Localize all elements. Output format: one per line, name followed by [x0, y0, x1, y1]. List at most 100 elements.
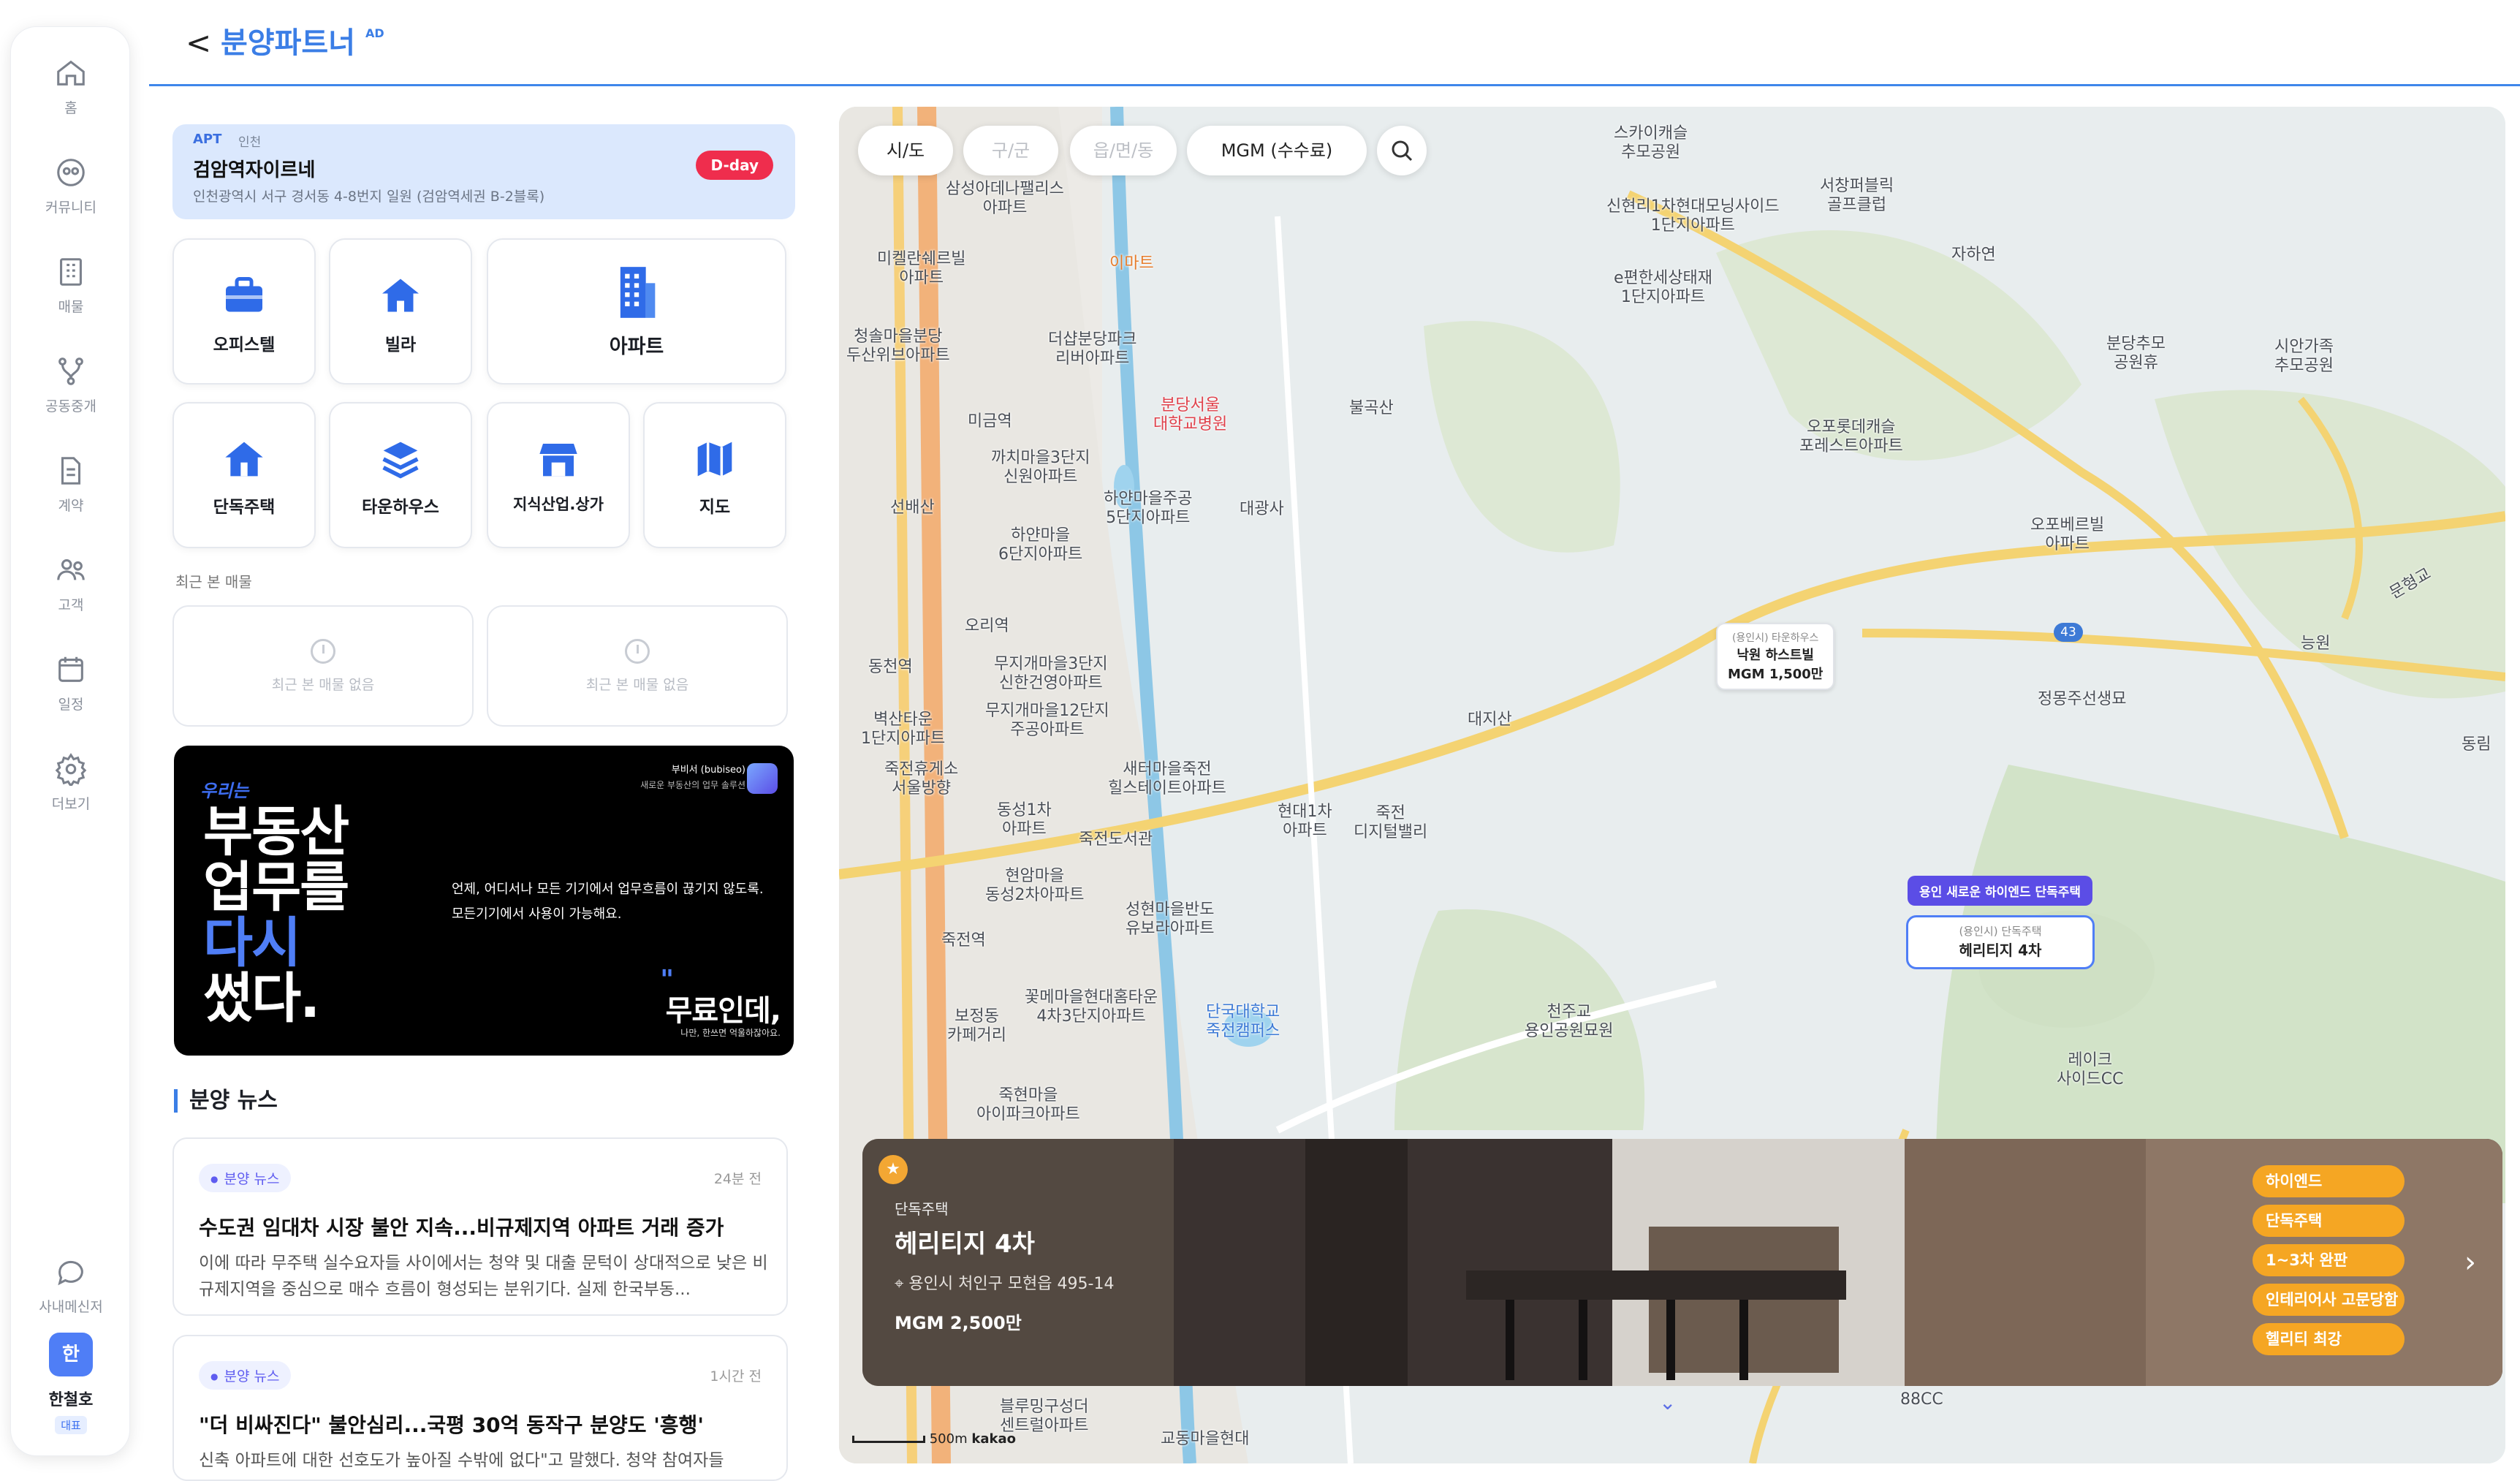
map-label: 무지개마을12단지 주공아파트 [985, 702, 1109, 739]
layers-icon [382, 442, 419, 479]
banner-free-subtext: 나만, 한쓰면 억울하잖아요. [680, 1028, 781, 1038]
nav-item-customers[interactable]: 고객 [11, 553, 131, 614]
listing-location: ⌖ 용인시 처인구 모현읍 495-14 [895, 1275, 1115, 1293]
news-item[interactable]: 분양 뉴스 24분 전 수도권 임대차 시장 불안 지속...비규제지역 아파트… [172, 1137, 788, 1316]
map-label: 오포롯데캐슬 포레스트아파트 [1799, 418, 1903, 455]
filter-eupmyeondong[interactable]: 읍/면/동 [1070, 126, 1177, 175]
map-label: 죽전휴게소 서울방향 [884, 760, 959, 798]
filter-gugun[interactable]: 구/군 [963, 126, 1058, 175]
recent-listing-empty-card: 최근 본 매물 없음 [172, 605, 474, 727]
nav-item-community[interactable]: 커뮤니티 [11, 156, 131, 216]
map-label: 죽현마을 아이파크아파트 [976, 1086, 1080, 1124]
map-label: 분당추모 공원휴 [2106, 335, 2166, 372]
map-icon [697, 442, 732, 477]
highlight-listing-pin[interactable]: (용인시) 단독주택 헤리티지 4차 [1906, 915, 2095, 969]
map-label: 현대1차 아파트 [1278, 803, 1332, 840]
nav-item-contract[interactable]: 계약 [11, 454, 131, 515]
category-knowledge-industry-store[interactable]: 지식산업.상가 [487, 402, 630, 548]
map-label: 죽전 디지털밸리 [1354, 804, 1428, 841]
chat-bubble-icon [58, 1260, 83, 1286]
store-icon [539, 444, 577, 477]
map-label: 보정동 카페거리 [947, 1007, 1006, 1045]
map-label: 레이크 사이드CC [2057, 1051, 2124, 1088]
map-label: e편한세상태재 1단지아파트 [1614, 269, 1712, 306]
map-label: 성현마을반도 유보라아파트 [1126, 901, 1215, 938]
apartment-icon [620, 267, 656, 318]
featured-listing-banner[interactable]: APT 인천 검암역자이르네 인천광역시 서구 경서동 4-8번지 일원 (검암… [172, 124, 795, 219]
map-label: 동성1차 아파트 [997, 801, 1052, 838]
map-label: 자하연 [1951, 246, 1996, 264]
home-icon [57, 60, 85, 86]
map-label: 오포베르빌 아파트 [2030, 516, 2105, 553]
back-button[interactable]: < [186, 25, 211, 61]
bubiseo-ad-banner[interactable]: 우리는 부동산 업무를 다시 썼다. 부비서 (bubiseo) 새로운 부동산… [174, 746, 794, 1056]
avatar: 한 [49, 1333, 93, 1376]
community-icon [57, 159, 85, 186]
map-listing-pin[interactable]: (용인시) 타운하우스 낙원 하스트빌 MGM 1,500만 [1716, 623, 1835, 690]
listing-name: 검암역자이르네 [193, 159, 316, 181]
map-label: 대광사 [1240, 500, 1284, 518]
map-view[interactable]: 시/도 구/군 읍/면/동 MGM (수수료) 스카이캐슬 추모공원 서창퍼블릭… [839, 107, 2505, 1463]
nav-item-messenger[interactable]: 사내메신저 [11, 1255, 131, 1316]
kakao-logo: kakao [971, 1431, 1016, 1447]
map-label: 분당서울 대학교병원 [1153, 396, 1228, 433]
map-label: 신현리1차현대모닝사이드 1단지아파트 [1606, 197, 1780, 235]
category-apartment[interactable]: 아파트 [487, 238, 786, 385]
filter-sido[interactable]: 시/도 [858, 126, 953, 175]
user-profile[interactable]: 한 한철호 대표 [11, 1333, 131, 1434]
map-search-button[interactable] [1377, 126, 1427, 175]
user-name: 한철호 [48, 1391, 94, 1409]
chevron-right-icon[interactable]: › [2464, 1246, 2476, 1279]
map-label: 삼성아데나팰리스 아파트 [946, 180, 1064, 217]
document-icon [61, 457, 81, 485]
category-villa[interactable]: 빌라 [329, 238, 472, 385]
map-label: 정몽주선생묘 [2038, 690, 2127, 708]
chevron-down-icon[interactable]: ⌄ [1659, 1390, 1676, 1414]
map-label: 블루밍구성더 센트럴아파트 [1000, 1398, 1089, 1435]
category-map[interactable]: 지도 [643, 402, 786, 548]
nav-item-schedule[interactable]: 일정 [11, 653, 131, 713]
listing-category: APT [193, 132, 222, 147]
news-time: 24분 전 [713, 1171, 762, 1187]
map-label: 죽전역 [941, 931, 986, 950]
map-label: 새터마을죽전 힐스테이트아파트 [1108, 760, 1226, 798]
banner-brand: 부비서 (bubiseo) 새로운 부동산의 업무 솔루션 [640, 765, 745, 790]
filter-mgm-fee[interactable]: MGM (수수료) [1187, 126, 1367, 175]
nav-item-home[interactable]: 홈 [11, 56, 131, 117]
star-icon[interactable]: ★ [878, 1155, 908, 1184]
page-header: < 분양파트너 AD [149, 0, 2520, 86]
map-label: 천주교 용인공원묘원 [1525, 1003, 1614, 1040]
map-label: 불곡산 [1349, 399, 1394, 417]
map-label: 더샵분당파크 리버아파트 [1048, 330, 1137, 368]
listing-tag: 단독주택 [2253, 1205, 2405, 1237]
search-icon [1392, 140, 1413, 162]
detached-house-icon [225, 442, 263, 477]
nav-item-more[interactable]: 더보기 [11, 752, 131, 813]
users-icon [57, 559, 85, 580]
share-nodes-icon [58, 357, 83, 385]
listing-info-panel: ★ 단독주택 헤리티지 4차 ⌖ 용인시 처인구 모현읍 495-14 MGM … [862, 1139, 1174, 1386]
map-label: 스카이캐슬 추모공원 [1614, 124, 1688, 162]
category-officetel[interactable]: 오피스텔 [172, 238, 316, 385]
news-tag: 분양 뉴스 [199, 1361, 292, 1390]
nav-item-co-brokerage[interactable]: 공동중개 [11, 355, 131, 415]
news-body: 이에 따라 무주택 실수요자들 사이에서는 청약 및 대출 문턱이 상대적으로 … [199, 1254, 768, 1299]
map-label: 현암마을 동성2차아파트 [985, 867, 1085, 904]
category-townhouse[interactable]: 타운하우스 [329, 402, 472, 548]
news-tag: 분양 뉴스 [199, 1164, 292, 1192]
news-item[interactable]: 분양 뉴스 1시간 전 "더 비싸진다" 불안심리...국평 30억 동작구 분… [172, 1335, 788, 1481]
listing-region: 인천 [238, 135, 262, 150]
recent-listings-title: 최근 본 매물 [175, 573, 252, 591]
bubiseo-logo-icon [747, 763, 778, 794]
listing-card[interactable]: ★ 단독주택 헤리티지 4차 ⌖ 용인시 처인구 모현읍 495-14 MGM … [862, 1139, 2502, 1386]
news-body: 신축 아파트에 대한 선호도가 높아질 수밖에 없다"고 말했다. 청약 참여자… [199, 1451, 724, 1470]
left-nav-rail: 홈 커뮤니티 매물 공동중개 계약 고객 일정 더보기 사내메신저 한 한철호 … [10, 26, 130, 1456]
banner-headline: 부동산 업무를 다시 썼다. [203, 800, 349, 1030]
map-label: 대지산 [1468, 711, 1512, 729]
listing-title: 헤리티지 4차 [895, 1230, 1035, 1259]
map-label: 하얀마을 6단지아파트 [998, 526, 1083, 564]
category-detached-house[interactable]: 단독주택 [172, 402, 316, 548]
gear-icon [55, 753, 87, 786]
listing-tag: 하이엔드 [2253, 1165, 2405, 1197]
nav-item-listings[interactable]: 매물 [11, 255, 131, 316]
